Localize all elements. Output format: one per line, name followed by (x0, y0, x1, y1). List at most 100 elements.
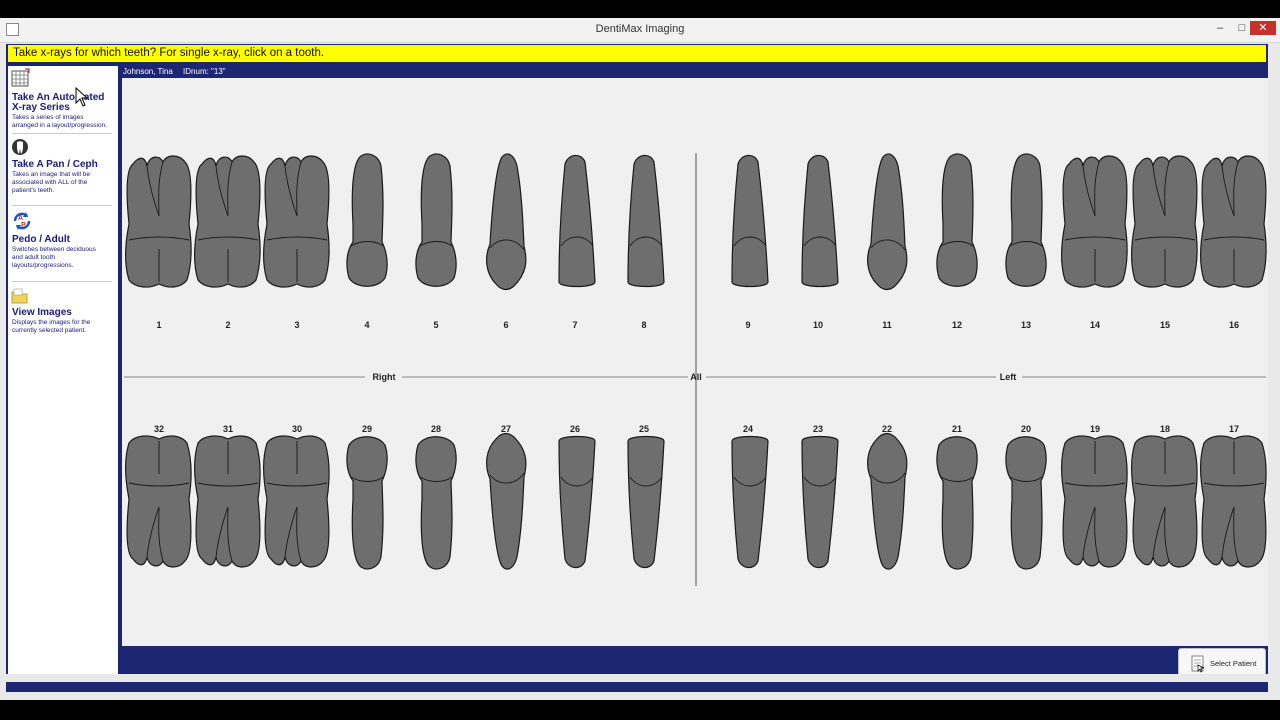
tooth-number-label: 29 (362, 424, 372, 434)
tooth-27[interactable] (486, 432, 527, 570)
tooth-outline (936, 436, 978, 570)
tooth-number-label: 23 (813, 424, 823, 434)
tooth-outline (1061, 155, 1128, 288)
tooth-number-label: 32 (154, 424, 164, 434)
tooth-31[interactable] (194, 435, 261, 568)
side-label-right: Right (373, 372, 396, 382)
tooth-outline (415, 153, 457, 287)
tooth-14[interactable] (1061, 155, 1128, 288)
tooth-number-label: 28 (431, 424, 441, 434)
tooth-3[interactable] (263, 155, 330, 288)
tooth-number-label: 17 (1229, 424, 1239, 434)
tooth-outline (1131, 155, 1198, 288)
tooth-11[interactable] (867, 153, 908, 291)
svg-text:P: P (21, 222, 26, 229)
tooth-16[interactable] (1200, 155, 1267, 288)
sidebar-item-pan-ceph[interactable]: Take A Pan / Ceph Takes an image that wi… (8, 136, 118, 202)
tooth-22[interactable] (867, 432, 908, 570)
tooth-number-label: 27 (501, 424, 511, 434)
sidebar-item-automated-series[interactable]: Take An Automated X-ray Series Takes a s… (8, 66, 118, 130)
sidebar-item-desc: Displays the images for the (12, 319, 91, 326)
side-label-all[interactable]: All (690, 372, 702, 382)
sidebar-item-desc: and adult tooth (12, 254, 56, 261)
tooth-outline (627, 435, 665, 569)
tooth-4[interactable] (346, 153, 388, 287)
tooth-1[interactable] (125, 155, 192, 288)
tooth-number-label: 31 (223, 424, 233, 434)
minimize-button[interactable]: – (1210, 21, 1230, 35)
tooth-9[interactable] (731, 154, 769, 288)
tooth-32[interactable] (125, 435, 192, 568)
tooth-7[interactable] (558, 154, 596, 288)
tooth-chart: Right All Left 1 32 2 31 3 30 4 29 5 28 6 27 7 26 8 25 9… (122, 78, 1268, 646)
mouse-pointer-icon (75, 86, 89, 112)
sidebar-item-desc: layouts/progressions. (12, 262, 74, 269)
tooth-10[interactable] (801, 154, 839, 288)
tooth-8[interactable] (627, 154, 665, 288)
sidebar-item-label: Take A Pan / Ceph (12, 159, 98, 170)
tooth-outline (1005, 153, 1047, 287)
tooth-18[interactable] (1131, 435, 1198, 568)
tooth-24[interactable] (731, 435, 769, 569)
tooth-12[interactable] (936, 153, 978, 287)
svg-text:A: A (18, 215, 23, 222)
tooth-19[interactable] (1061, 435, 1128, 568)
tooth-29[interactable] (346, 436, 388, 570)
main-panel: Take x-rays for which teeth? For single … (6, 44, 1268, 692)
tooth-number-label: 1 (156, 320, 161, 330)
tooth-6[interactable] (486, 153, 527, 291)
tooth-17[interactable] (1200, 435, 1267, 568)
sidebar-item-desc: associated with ALL of the (12, 179, 88, 186)
tooth-outline (486, 153, 527, 291)
tooth-chart-svg: Right All Left 1322313304295286277268259… (124, 153, 1267, 586)
tooth-outline (263, 155, 330, 288)
tooth-outline (125, 155, 192, 288)
tooth-outline (125, 435, 192, 568)
divider (12, 281, 112, 282)
tooth-outline (867, 153, 908, 291)
tooth-30[interactable] (263, 435, 330, 568)
tooth-outline (731, 154, 769, 288)
tooth-number-label: 30 (292, 424, 302, 434)
tooth-13[interactable] (1005, 153, 1047, 287)
close-button[interactable]: ✕ (1250, 21, 1276, 35)
patient-name: Johnson, Tina (123, 67, 173, 76)
tooth-20[interactable] (1005, 436, 1047, 570)
tooth-number-label: 4 (364, 320, 369, 330)
tooth-2[interactable] (194, 155, 261, 288)
sidebar-item-desc: arranged in a layout/progression. (12, 122, 108, 129)
tooth-number-label: 18 (1160, 424, 1170, 434)
tooth-25[interactable] (627, 435, 665, 569)
tooth-outline (936, 153, 978, 287)
title-bar: DentiMax Imaging – □ ✕ (0, 18, 1280, 43)
tooth-26[interactable] (558, 435, 596, 569)
tooth-outline (346, 153, 388, 287)
patient-id: IDnum: "13" (183, 67, 226, 76)
tooth-number-label: 13 (1021, 320, 1031, 330)
sidebar-item-pedo-adult[interactable]: A P Pedo / Adult Switches between decidu… (8, 208, 118, 274)
tooth-28[interactable] (415, 436, 457, 570)
sidebar-item-label: View Images (12, 307, 72, 318)
tooth-number-label: 6 (503, 320, 508, 330)
tooth-23[interactable] (801, 435, 839, 569)
sidebar-item-desc: Takes a series of images (12, 114, 84, 121)
tooth-21[interactable] (936, 436, 978, 570)
sidebar-item-view-images[interactable]: View Images Displays the images for the … (8, 286, 118, 342)
folder-icon (11, 288, 31, 308)
maximize-button[interactable]: □ (1232, 21, 1252, 35)
window-title: DentiMax Imaging (595, 23, 685, 35)
tooth-outline (1131, 435, 1198, 568)
sidebar-item-desc: currently selected patient. (12, 327, 87, 334)
status-bar (0, 674, 1280, 682)
divider (12, 205, 112, 206)
tooth-outline (346, 436, 388, 570)
tooth-15[interactable] (1131, 155, 1198, 288)
tooth-outline (194, 435, 261, 568)
tooth-outline (263, 435, 330, 568)
tooth-5[interactable] (415, 153, 457, 287)
tooth-outline (1200, 435, 1267, 568)
tooth-number-label: 19 (1090, 424, 1100, 434)
tooth-number-label: 7 (572, 320, 577, 330)
tooth-number-label: 21 (952, 424, 962, 434)
tooth-number-label: 9 (745, 320, 750, 330)
